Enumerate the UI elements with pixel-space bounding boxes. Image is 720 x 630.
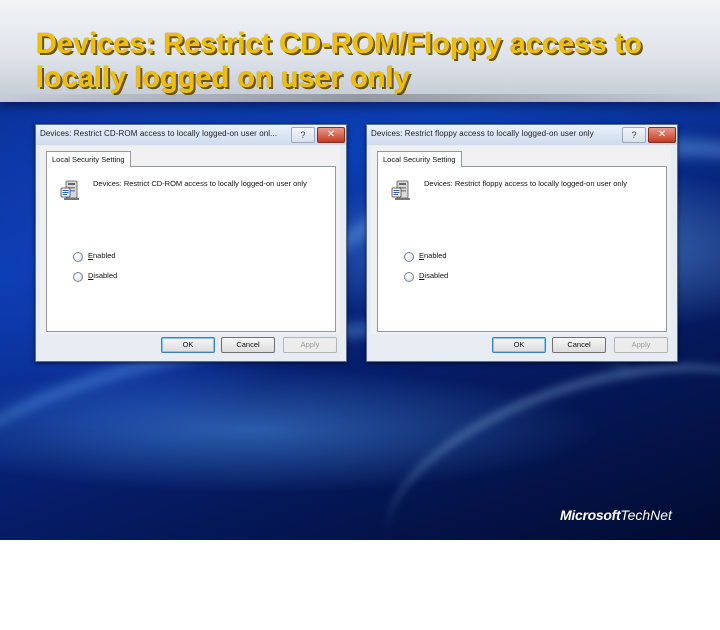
tab-local-security-setting[interactable]: Local Security Setting [46, 151, 131, 167]
tab-page: Devices: Restrict CD-ROM access to local… [46, 166, 336, 332]
enabled-radio[interactable] [404, 252, 414, 262]
policy-server-icon [391, 180, 410, 200]
dialog-title: Devices: Restrict floppy access to local… [371, 129, 594, 138]
light-swoosh [360, 319, 720, 630]
ok-button[interactable]: OK [161, 337, 215, 353]
disabled-label: Disabled [88, 271, 118, 280]
close-button[interactable]: ✕ [317, 127, 345, 143]
ok-button[interactable]: OK [492, 337, 546, 353]
slide-title: Devices: Restrict CD-ROM/Floppy access t… [36, 28, 642, 94]
floppy-policy-dialog: Devices: Restrict floppy access to local… [366, 124, 678, 362]
logo-product: TechNet [620, 507, 672, 523]
disabled-label: Disabled [419, 271, 449, 280]
enabled-radio[interactable] [73, 252, 83, 262]
enabled-label: Enabled [88, 251, 116, 260]
cdrom-policy-dialog: Devices: Restrict CD-ROM access to local… [35, 124, 347, 362]
disabled-radio[interactable] [404, 272, 414, 282]
help-button[interactable]: ? [291, 127, 315, 143]
disabled-radio[interactable] [73, 272, 83, 282]
cancel-button[interactable]: Cancel [221, 337, 275, 353]
cancel-button[interactable]: Cancel [552, 337, 606, 353]
tab-local-security-setting[interactable]: Local Security Setting [377, 151, 462, 167]
apply-button[interactable]: Apply [283, 337, 337, 353]
microsoft-technet-logo: MicrosoftTechNet [560, 507, 672, 527]
policy-name: Devices: Restrict floppy access to local… [424, 179, 628, 188]
dialog-titlebar[interactable]: Devices: Restrict CD-ROM access to local… [36, 125, 346, 145]
dialog-titlebar[interactable]: Devices: Restrict floppy access to local… [367, 125, 677, 145]
help-button[interactable]: ? [622, 127, 646, 143]
close-button[interactable]: ✕ [648, 127, 676, 143]
logo-brand: Microsoft [560, 507, 621, 523]
tab-page: Devices: Restrict floppy access to local… [377, 166, 667, 332]
dialog-body: Local Security Setting Devices: Restrict… [40, 146, 340, 334]
policy-server-icon [60, 180, 79, 200]
dialog-body: Local Security Setting Devices: Restrict… [371, 146, 671, 334]
apply-button[interactable]: Apply [614, 337, 668, 353]
policy-name: Devices: Restrict CD-ROM access to local… [93, 179, 307, 188]
enabled-label: Enabled [419, 251, 447, 260]
dialog-title: Devices: Restrict CD-ROM access to local… [40, 129, 278, 138]
title-band: Devices: Restrict CD-ROM/Floppy access t… [0, 0, 720, 102]
